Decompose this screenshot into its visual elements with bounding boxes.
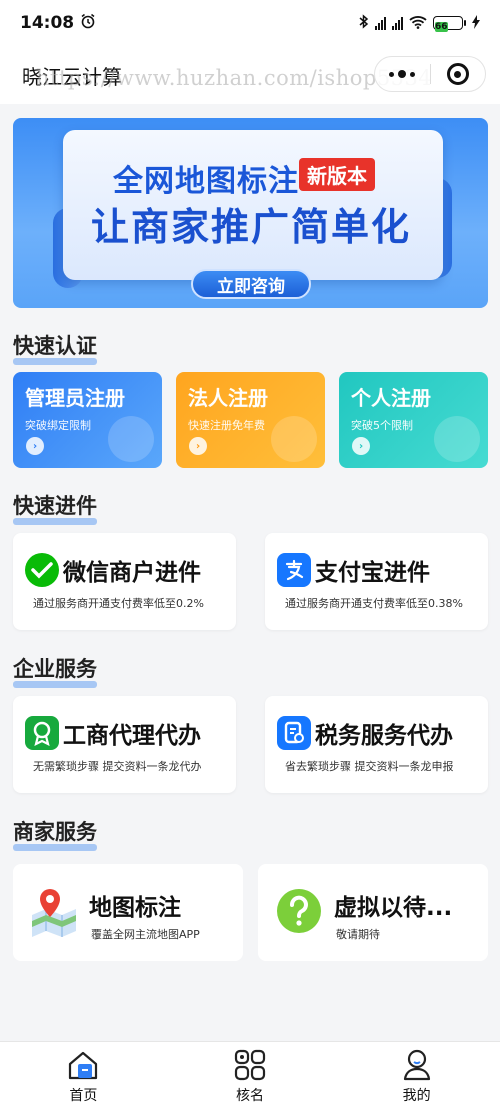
status-bar: 14:08 66	[0, 0, 500, 46]
user-circle-icon	[434, 416, 480, 462]
bluetooth-icon	[359, 14, 369, 32]
arrow-right-icon: ›	[189, 437, 207, 455]
card-desc: 覆盖全网主流地图APP	[91, 928, 200, 941]
battery-level: 66	[435, 22, 448, 32]
alipay-merchant-card[interactable]: 支付宝进件 通过服务商开通支付费率低至0.38%	[265, 533, 488, 630]
card-desc: 通过服务商开通支付费率低至0.38%	[285, 597, 463, 610]
map-pin-icon	[27, 884, 81, 938]
nav-label: 核名	[236, 1087, 264, 1104]
section-title-enterprise: 企业服务	[13, 653, 97, 688]
arrow-right-icon: ›	[26, 437, 44, 455]
section-title-quick-auth: 快速认证	[13, 330, 97, 365]
profile-icon	[400, 1049, 434, 1081]
bottom-nav: 首页 核名 我的	[0, 1041, 500, 1111]
section-title-quick-onboard: 快速进件	[13, 490, 97, 525]
card-title: 法人注册	[188, 386, 268, 410]
card-desc: 通过服务商开通支付费率低至0.2%	[33, 597, 204, 610]
close-mini-program-button[interactable]	[431, 57, 486, 91]
wifi-icon	[409, 15, 427, 32]
mini-program-capsule	[374, 56, 486, 92]
admin-icon	[108, 416, 154, 462]
card-desc: 无需繁琐步骤 提交资料一条龙代办	[33, 760, 202, 773]
card-name: 虚拟以待...	[334, 895, 453, 921]
card-name: 税务服务代办	[315, 723, 453, 749]
promo-banner[interactable]: 全网地图标注 新版本 让商家推广简单化 立即咨询	[13, 118, 488, 308]
home-icon	[66, 1049, 100, 1081]
question-icon	[272, 884, 326, 938]
banner-badge: 新版本	[299, 158, 375, 191]
business-agency-card[interactable]: 工商代理代办 无需繁琐步骤 提交资料一条龙代办	[13, 696, 236, 793]
charging-icon	[472, 14, 480, 32]
banner-consult-button[interactable]: 立即咨询	[191, 269, 311, 299]
personal-register-card[interactable]: 个人注册 突破5个限制 ›	[339, 372, 488, 468]
alarm-icon	[80, 13, 96, 34]
arrow-right-icon: ›	[352, 437, 370, 455]
banner-headline-1: 全网地图标注	[113, 164, 299, 199]
wechat-pay-icon	[25, 553, 59, 587]
nav-item-mine[interactable]: 我的	[333, 1042, 500, 1111]
more-dots-icon	[389, 70, 416, 78]
card-name: 工商代理代办	[63, 723, 201, 749]
section-title-merchant: 商家服务	[13, 816, 97, 851]
person-icon	[271, 416, 317, 462]
title-bar: 晓江云计算 https://www.huzhan.com/ishop5534	[0, 46, 500, 104]
card-name: 支付宝进件	[315, 560, 430, 586]
card-title: 管理员注册	[25, 386, 125, 410]
grid-icon	[233, 1049, 267, 1081]
nav-item-home[interactable]: 首页	[0, 1042, 167, 1111]
card-name: 微信商户进件	[63, 560, 201, 586]
card-desc: 敬请期待	[336, 928, 380, 941]
wechat-merchant-card[interactable]: 微信商户进件 通过服务商开通支付费率低至0.2%	[13, 533, 236, 630]
card-title: 个人注册	[351, 386, 431, 410]
coming-soon-card[interactable]: 虚拟以待... 敬请期待	[258, 864, 488, 961]
tax-document-icon	[277, 716, 311, 750]
tax-agency-card[interactable]: 税务服务代办 省去繁琐步骤 提交资料一条龙申报	[265, 696, 488, 793]
admin-register-card[interactable]: 管理员注册 突破绑定限制 ›	[13, 372, 162, 468]
battery-icon: 66	[433, 16, 466, 32]
nav-label: 我的	[402, 1087, 431, 1104]
watermark: https://www.huzhan.com/ishop5534	[36, 66, 433, 90]
status-time: 14:08	[20, 13, 75, 33]
map-marking-card[interactable]: 地图标注 覆盖全网主流地图APP	[13, 864, 243, 961]
signal-icon	[392, 16, 403, 30]
card-name: 地图标注	[89, 895, 181, 921]
more-button[interactable]	[375, 57, 430, 91]
banner-headline-2: 让商家推广简单化	[91, 205, 412, 249]
legal-person-register-card[interactable]: 法人注册 快速注册免年费 ›	[176, 372, 325, 468]
card-desc: 省去繁琐步骤 提交资料一条龙申报	[285, 760, 454, 773]
nav-item-name-check[interactable]: 核名	[167, 1042, 334, 1111]
nav-label: 首页	[69, 1087, 98, 1104]
target-icon	[446, 63, 469, 85]
signal-icon	[375, 16, 386, 30]
alipay-icon	[277, 553, 311, 587]
business-license-icon	[25, 716, 59, 750]
